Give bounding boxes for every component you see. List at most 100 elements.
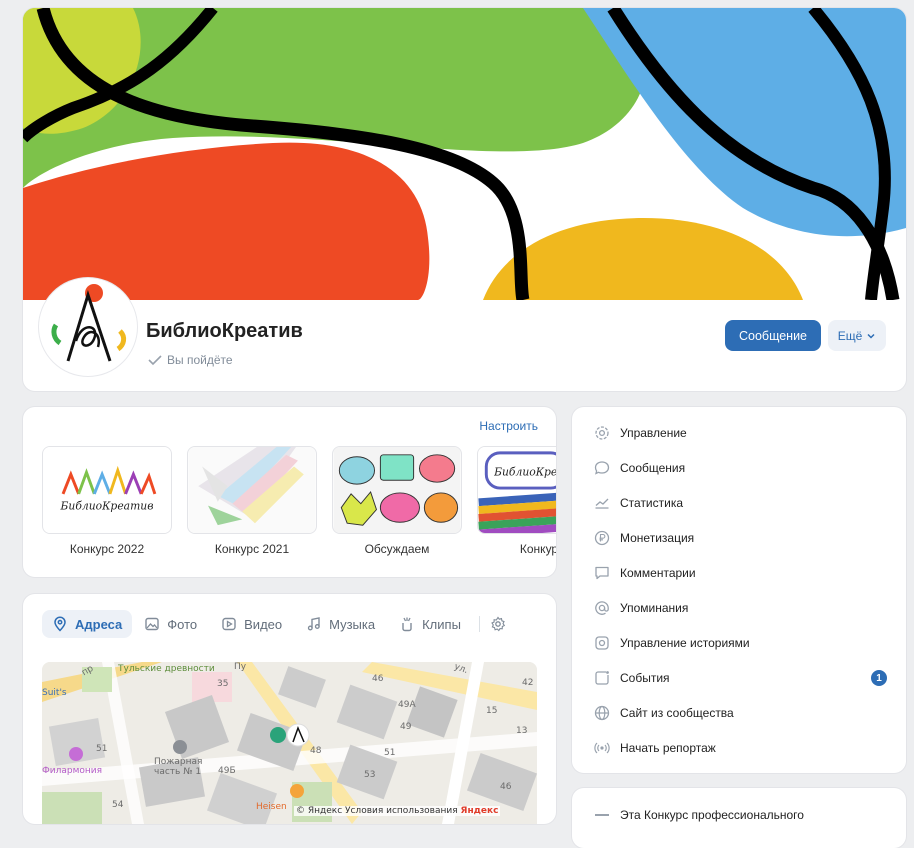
album-item[interactable]: Обсуждаем bbox=[332, 446, 462, 556]
menu-item-label: Начать репортаж bbox=[620, 741, 716, 755]
cover-image bbox=[23, 8, 906, 300]
house-number: 15 bbox=[486, 706, 498, 716]
send-message-button[interactable]: Сообщение bbox=[725, 320, 821, 351]
participation-status-label: Вы пойдёте bbox=[167, 353, 233, 367]
album-caption: Обсуждаем bbox=[364, 542, 430, 556]
menu-item-label: Сайт из сообщества bbox=[620, 706, 734, 720]
pinned-post-preview[interactable]: Эта Конкурс профессионального bbox=[572, 788, 906, 848]
live-broadcast-icon bbox=[593, 739, 611, 757]
map-label: Пожарная часть № 1 bbox=[154, 757, 203, 777]
albums-setup-link[interactable]: Настроить bbox=[479, 419, 538, 433]
events-count-badge: 1 bbox=[871, 670, 887, 686]
tab-addresses[interactable]: Адреса bbox=[42, 610, 133, 638]
album-thumb-text: БиблиоКреатив bbox=[60, 500, 154, 513]
gear-icon bbox=[491, 616, 506, 632]
tab-label: Адреса bbox=[75, 616, 123, 632]
participation-status[interactable]: Вы пойдёте bbox=[147, 352, 233, 368]
map-label: Тульские древности bbox=[118, 664, 215, 674]
menu-item-mentions[interactable]: Упоминания bbox=[572, 593, 906, 623]
at-sign-icon bbox=[593, 599, 611, 617]
community-header: БиблиоКреатив Вы пойдёте Сообщение Ещё bbox=[23, 8, 906, 391]
album-thumbnail bbox=[187, 446, 317, 534]
yandex-logo: Яндекс bbox=[460, 806, 499, 816]
album-item[interactable]: Конкурс 2021 bbox=[187, 446, 317, 556]
street-label: Пу bbox=[234, 662, 247, 672]
albums-block: Настроить БиблиоКреатив Конкурс 2022 Кон… bbox=[23, 407, 556, 577]
house-number: 13 bbox=[516, 726, 528, 736]
event-icon bbox=[593, 669, 611, 687]
house-number: 54 bbox=[112, 800, 124, 810]
house-number: 35 bbox=[217, 679, 229, 689]
tab-clips[interactable]: Клипы bbox=[387, 610, 473, 638]
location-pin-icon bbox=[54, 616, 66, 632]
menu-item-label: Управление bbox=[620, 426, 687, 440]
tab-label: Клипы bbox=[422, 616, 461, 632]
house-number: 53 bbox=[364, 770, 376, 780]
album-thumbnail bbox=[332, 446, 462, 534]
album-caption: Конкурс 2022 bbox=[69, 542, 145, 556]
album-item[interactable]: БиблиоКре Конкурс bbox=[477, 446, 556, 556]
menu-item-label: Сообщения bbox=[620, 461, 686, 475]
house-number: 48 bbox=[310, 746, 322, 756]
menu-item-label: Упоминания bbox=[620, 601, 689, 615]
album-item[interactable]: БиблиоКреатив Конкурс 2022 bbox=[42, 446, 172, 556]
music-note-icon bbox=[307, 617, 320, 631]
more-actions-label: Ещё bbox=[837, 328, 863, 343]
house-number: 51 bbox=[96, 744, 108, 754]
menu-item-events[interactable]: События 1 bbox=[572, 663, 906, 693]
tab-music[interactable]: Музыка bbox=[294, 610, 387, 638]
album-thumb-text: БиблиоКре bbox=[493, 465, 556, 478]
map-label: Heisen bbox=[256, 802, 287, 812]
gear-icon bbox=[593, 424, 611, 442]
menu-item-label: Управление историями bbox=[620, 636, 750, 650]
ruble-coin-icon bbox=[593, 529, 611, 547]
menu-item-comments[interactable]: Комментарии bbox=[572, 558, 906, 588]
house-number: 49А bbox=[398, 700, 416, 710]
stories-icon bbox=[593, 634, 611, 652]
map-copyright: © Яндекс Условия использования Яндекс bbox=[294, 806, 501, 816]
menu-item-site[interactable]: Сайт из сообщества bbox=[572, 698, 906, 728]
house-number: 49 bbox=[400, 722, 412, 732]
check-icon bbox=[148, 355, 162, 366]
tab-label: Видео bbox=[244, 616, 283, 632]
menu-item-management[interactable]: Управление bbox=[572, 418, 906, 448]
menu-item-label: События bbox=[620, 671, 670, 685]
addresses-map[interactable]: Тульские древности Suit's Филармония Пож… bbox=[42, 662, 537, 824]
album-thumbnail: БиблиоКре bbox=[477, 446, 556, 534]
tab-video[interactable]: Видео bbox=[209, 610, 294, 638]
tab-label: Фото bbox=[167, 616, 198, 632]
map-label: Suit's bbox=[42, 688, 67, 698]
management-menu: Управление Сообщения Статистика Монетиза… bbox=[572, 407, 906, 773]
house-number: 42 bbox=[522, 678, 534, 688]
media-block: Адреса Фото Видео Музыка Клипы Тульские … bbox=[23, 594, 556, 824]
comment-icon bbox=[593, 564, 611, 582]
house-number: 46 bbox=[500, 782, 512, 792]
media-settings-button[interactable] bbox=[490, 610, 506, 638]
menu-item-label: Статистика bbox=[620, 496, 684, 510]
map-copyright-text[interactable]: © Яндекс Условия использования bbox=[296, 806, 458, 816]
community-name: БиблиоКреатив bbox=[146, 320, 303, 342]
menu-item-stories[interactable]: Управление историями bbox=[572, 628, 906, 658]
media-tabs: Адреса Фото Видео Музыка Клипы bbox=[42, 610, 542, 638]
album-thumbnail: БиблиоКреатив bbox=[42, 446, 172, 534]
house-number: 49Б bbox=[218, 766, 236, 776]
tab-photo[interactable]: Фото bbox=[132, 610, 209, 638]
menu-item-label: Монетизация bbox=[620, 531, 695, 545]
map-label: Филармония bbox=[42, 766, 103, 776]
clips-icon bbox=[402, 617, 412, 632]
menu-item-statistics[interactable]: Статистика bbox=[572, 488, 906, 518]
menu-item-label: Комментарии bbox=[620, 566, 696, 580]
community-avatar[interactable] bbox=[39, 278, 137, 376]
photo-icon bbox=[145, 617, 159, 631]
tabs-divider bbox=[478, 616, 480, 632]
album-caption: Конкурс 2021 bbox=[214, 542, 290, 556]
menu-item-start-broadcast[interactable]: Начать репортаж bbox=[572, 733, 906, 763]
menu-item-monetization[interactable]: Монетизация bbox=[572, 523, 906, 553]
house-number: 51 bbox=[384, 748, 396, 758]
chevron-down-icon bbox=[867, 333, 875, 339]
post-preview-text: Эта Конкурс профессионального bbox=[620, 808, 804, 822]
album-caption: Конкурс bbox=[519, 542, 556, 556]
menu-item-messages[interactable]: Сообщения bbox=[572, 453, 906, 483]
more-actions-button[interactable]: Ещё bbox=[828, 320, 886, 351]
message-bubble-icon bbox=[593, 459, 611, 477]
